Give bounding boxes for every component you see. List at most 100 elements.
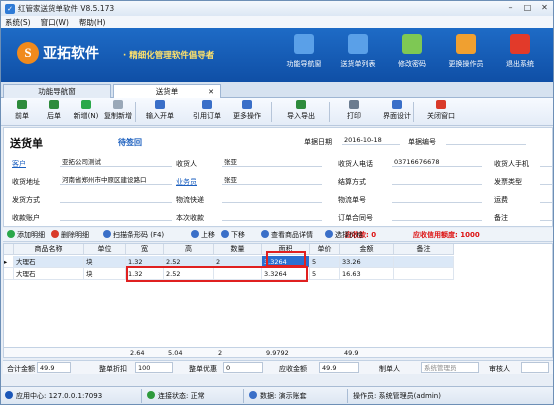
- field-input[interactable]: [540, 157, 552, 167]
- close-window-button[interactable]: 关闭窗口: [421, 100, 461, 121]
- toolbar-label: 引用订单: [193, 112, 221, 120]
- field-input[interactable]: 河南省郑州市中原区建设路口: [60, 175, 172, 185]
- status-icon: [147, 391, 155, 399]
- status-icon: [249, 391, 257, 399]
- field-input[interactable]: [540, 211, 552, 221]
- slogan: · 精细化管理软件倡导者: [123, 51, 215, 61]
- maximize-icon[interactable]: □: [523, 3, 532, 12]
- column-header[interactable]: 高: [164, 244, 214, 255]
- cell-amount[interactable]: 16.63: [340, 268, 394, 280]
- footer-field[interactable]: 49.9: [319, 362, 359, 373]
- toolbar-label: 打印: [347, 112, 361, 120]
- cell-note[interactable]: [394, 256, 454, 268]
- column-header[interactable]: 数量: [214, 244, 262, 255]
- field-input[interactable]: [222, 211, 322, 221]
- menu-window[interactable]: 窗口(W): [41, 17, 69, 28]
- status-item: 数据: 演示账套: [249, 391, 307, 401]
- toolbar-label: 更多操作: [233, 112, 261, 120]
- tab-navigation[interactable]: 功能导航窗: [3, 84, 111, 98]
- lock-button[interactable]: 修改密码: [385, 34, 439, 78]
- date-field[interactable]: 2016-10-18: [342, 135, 400, 145]
- field-input[interactable]: [392, 193, 482, 203]
- cell-price[interactable]: 5: [310, 268, 340, 280]
- menu-help[interactable]: 帮助(H): [79, 17, 106, 28]
- field-input[interactable]: [540, 193, 552, 203]
- export-button[interactable]: 导入导出: [281, 100, 321, 121]
- status-text: 应用中心: 127.0.0.1:7093: [16, 392, 103, 400]
- field-input[interactable]: 张亚: [222, 175, 322, 185]
- up-button[interactable]: 上移: [191, 230, 215, 240]
- column-header[interactable]: 宽: [126, 244, 164, 255]
- field-input[interactable]: 03716676678: [392, 157, 482, 167]
- row-indicator: [4, 268, 14, 280]
- toolbar-label: 导入导出: [287, 112, 315, 120]
- button-label: 查看商品详情: [271, 231, 313, 239]
- print-button[interactable]: 打印: [339, 100, 369, 121]
- lock-icon: [402, 34, 422, 54]
- more-button[interactable]: 更多操作: [227, 100, 267, 121]
- footer-field[interactable]: 49.9: [37, 362, 71, 373]
- cell-amount[interactable]: 33.26: [340, 256, 394, 268]
- tab-close-icon[interactable]: ✕: [208, 85, 214, 99]
- power-button[interactable]: 退出系统: [493, 34, 547, 78]
- cell-note[interactable]: [394, 268, 454, 280]
- field-label: 运费: [494, 196, 508, 204]
- field-input[interactable]: [60, 193, 172, 203]
- toolbar-separator: [413, 102, 414, 122]
- status-item: 操作员: 系统管理员(admin): [353, 391, 441, 401]
- field-input[interactable]: [222, 193, 322, 203]
- field-label: 物流单号: [338, 196, 366, 204]
- number-field[interactable]: [446, 135, 526, 145]
- copy-button[interactable]: 复制新增: [103, 100, 133, 121]
- minimize-icon[interactable]: –: [506, 3, 515, 12]
- import-icon: [202, 100, 212, 109]
- menu-bar: 系统(S) 窗口(W) 帮助(H): [1, 16, 553, 28]
- design-button[interactable]: 界面设计: [377, 100, 417, 121]
- arrow-left-button[interactable]: 前单: [7, 100, 37, 121]
- plus-button[interactable]: 新增(N): [71, 100, 101, 121]
- print-icon: [349, 100, 359, 109]
- footer-field[interactable]: 100: [135, 362, 173, 373]
- cell-unit[interactable]: 块: [84, 268, 126, 280]
- price-button[interactable]: 选择价格: [325, 230, 363, 240]
- save-button[interactable]: 输入开单: [145, 100, 175, 121]
- user-button[interactable]: 更换操作员: [439, 34, 493, 78]
- copy-icon: [113, 100, 123, 109]
- footer-field[interactable]: 系统管理员: [421, 362, 479, 373]
- cell-name[interactable]: 大理石: [14, 268, 84, 280]
- field-input[interactable]: [392, 211, 482, 221]
- column-header[interactable]: 备注: [394, 244, 454, 255]
- close-icon[interactable]: ✕: [540, 3, 549, 12]
- list-button[interactable]: 送货单列表: [331, 34, 385, 78]
- detail-button[interactable]: 查看商品详情: [261, 230, 313, 240]
- column-header[interactable]: 商品名称: [14, 244, 84, 255]
- banner: S 亚拓软件 · 精细化管理软件倡导者 功能导航窗 送货单列表 修改密码 更换操作员 退…: [1, 28, 553, 82]
- field-label[interactable]: 业务员: [176, 177, 197, 187]
- cell-name[interactable]: 大理石: [14, 256, 84, 268]
- delete-button[interactable]: 删除明细: [51, 230, 89, 240]
- status-separator: [141, 389, 142, 403]
- menu-system[interactable]: 系统(S): [5, 17, 31, 28]
- cell-price[interactable]: 5: [310, 256, 340, 268]
- arrow-right-button[interactable]: 后单: [39, 100, 69, 121]
- status-separator: [243, 389, 244, 403]
- down-button[interactable]: 下移: [221, 230, 245, 240]
- footer-field[interactable]: 0: [223, 362, 263, 373]
- column-header[interactable]: 金额: [340, 244, 394, 255]
- delivery-form: 送货单 待签回 单据日期 2016-10-18 单据编号 客户 亚拓公司测试 收货人…: [3, 127, 553, 227]
- field-input[interactable]: [392, 175, 482, 185]
- field-input[interactable]: 亚拓公司测试: [60, 157, 172, 167]
- add-button[interactable]: 添加明细: [7, 230, 45, 240]
- column-header[interactable]: 单位: [84, 244, 126, 255]
- column-header[interactable]: 单价: [310, 244, 340, 255]
- field-input[interactable]: 张亚: [222, 157, 322, 167]
- footer-field[interactable]: [521, 362, 549, 373]
- barcode-button[interactable]: 扫描条形码 (F4): [103, 230, 164, 240]
- monitor-button[interactable]: 功能导航窗: [277, 34, 331, 78]
- cell-unit[interactable]: 块: [84, 256, 126, 268]
- tab-delivery-note[interactable]: 送货单 ✕: [113, 84, 221, 98]
- import-button[interactable]: 引用订单: [187, 100, 227, 121]
- field-label[interactable]: 客户: [12, 159, 26, 169]
- field-input[interactable]: [60, 211, 172, 221]
- field-input[interactable]: [540, 175, 552, 185]
